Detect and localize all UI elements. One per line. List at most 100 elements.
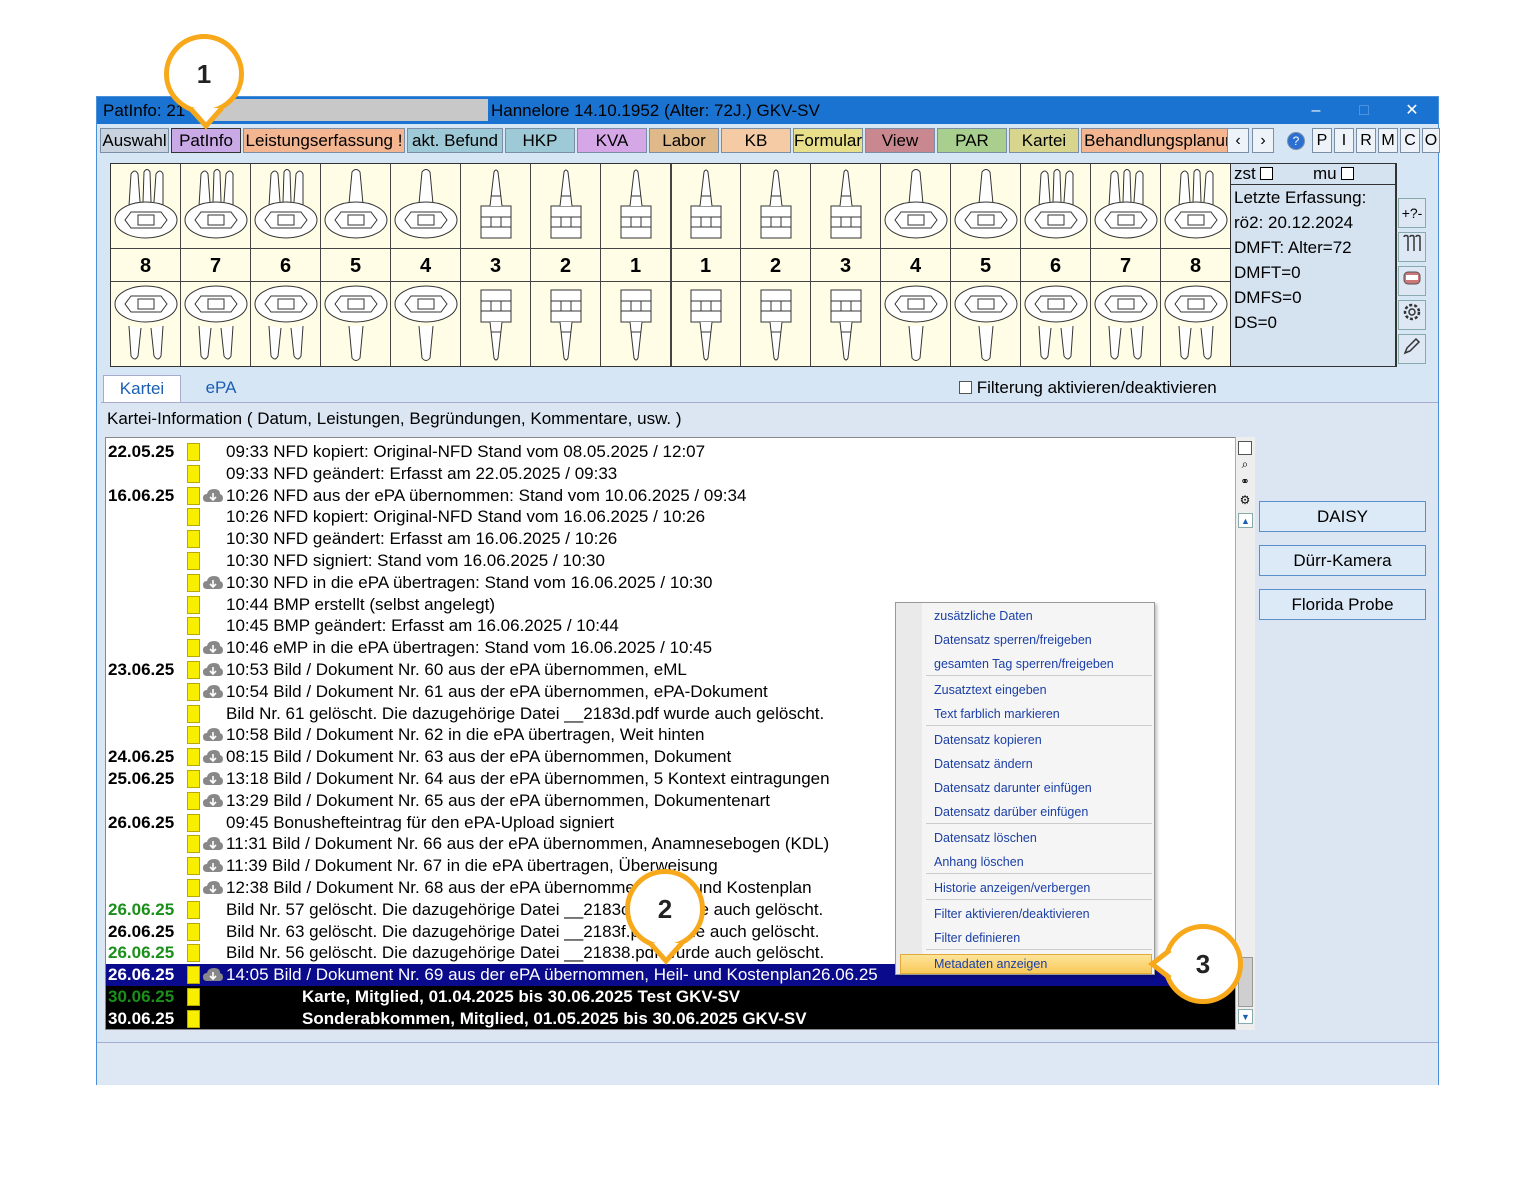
tooth-number[interactable]: 3: [811, 248, 881, 282]
tooth-number[interactable]: 2: [531, 248, 601, 282]
tooth-number[interactable]: 7: [181, 248, 251, 282]
p-button[interactable]: P: [1312, 128, 1332, 153]
m-button[interactable]: M: [1378, 128, 1398, 153]
tooth-lower-3-icon[interactable]: [811, 282, 881, 366]
tab-formular[interactable]: Formular: [793, 128, 863, 153]
scroll-down-button[interactable]: ▼: [1238, 1009, 1253, 1024]
tooth-lower-8-icon[interactable]: [111, 282, 181, 366]
menu-item-filter-aktivieren-deaktivieren[interactable]: Filter aktivieren/deaktivieren: [934, 907, 1090, 921]
tooth-lower-3-icon[interactable]: [461, 282, 531, 366]
duerr-kamera-button[interactable]: Dürr-Kamera: [1259, 545, 1426, 576]
menu-item-datensatz-ändern[interactable]: Datensatz ändern: [934, 757, 1033, 771]
menu-item-anhang-löschen[interactable]: Anhang löschen: [934, 855, 1024, 869]
tooth-lower-8-icon[interactable]: [1161, 282, 1231, 366]
list-view-icon[interactable]: [1238, 441, 1252, 455]
tooth-upper-6-icon[interactable]: [251, 164, 321, 248]
tooth-lower-5-icon[interactable]: [321, 282, 391, 366]
filter-checkbox[interactable]: [959, 381, 972, 394]
tooth-upper-8-icon[interactable]: [111, 164, 181, 248]
tooth-lower-4-icon[interactable]: [881, 282, 951, 366]
tooth-lower-6-icon[interactable]: [1021, 282, 1091, 366]
menu-item-datensatz-sperren-freigeben[interactable]: Datensatz sperren/freigeben: [934, 633, 1092, 647]
menu-item-datensatz-kopieren[interactable]: Datensatz kopieren: [934, 733, 1042, 747]
tooth-lower-2-icon[interactable]: [741, 282, 811, 366]
scroll-up-button[interactable]: ▲: [1238, 513, 1253, 528]
tab-kartei[interactable]: Kartei: [1009, 128, 1079, 153]
tooth-number[interactable]: 2: [741, 248, 811, 282]
nav-next-button[interactable]: ›: [1252, 128, 1274, 153]
list-item[interactable]: 10:30 NFD signiert: Stand vom 16.06.2025…: [106, 550, 1238, 572]
list-scrollbar[interactable]: ⌕ ⚭ ⚙ ▲ ▼: [1235, 437, 1255, 1030]
tab-patinfo[interactable]: PatInfo: [171, 128, 241, 153]
tooth-lower-7-icon[interactable]: [1091, 282, 1161, 366]
search-icon[interactable]: ⌕: [1238, 457, 1252, 471]
filter-toggle[interactable]: Filterung aktivieren/deaktivieren: [959, 378, 1217, 398]
c-button[interactable]: C: [1400, 128, 1420, 153]
gear-icon[interactable]: [1398, 300, 1426, 330]
tooth-lower-5-icon[interactable]: [951, 282, 1021, 366]
daisy-button[interactable]: DAISY: [1259, 501, 1426, 532]
tooth-number[interactable]: 5: [951, 248, 1021, 282]
tooth-lower-1-icon[interactable]: [671, 282, 741, 366]
menu-item-text-farblich-markieren[interactable]: Text farblich markieren: [934, 707, 1060, 721]
tooth-number[interactable]: 6: [1021, 248, 1091, 282]
tooth-upper-6-icon[interactable]: [1021, 164, 1091, 248]
tab-behandlungsplanung[interactable]: Behandlungsplanung: [1081, 128, 1247, 153]
settings-icon[interactable]: ⚙: [1238, 493, 1252, 507]
tooth-lower-2-icon[interactable]: [531, 282, 601, 366]
list-item[interactable]: 16.06.25 10:26 NFD aus der ePA übernommen…: [106, 485, 1238, 507]
tab-view[interactable]: View: [865, 128, 935, 153]
tooth-upper-5-icon[interactable]: [321, 164, 391, 248]
menu-item-datensatz-darunter-einfügen[interactable]: Datensatz darunter einfügen: [934, 781, 1092, 795]
tooth-number[interactable]: 3: [461, 248, 531, 282]
menu-item-datensatz-löschen[interactable]: Datensatz löschen: [934, 831, 1037, 845]
help-icon[interactable]: ?: [1287, 132, 1305, 150]
tooth-upper-1-icon[interactable]: [671, 164, 741, 248]
tooth-upper-1-icon[interactable]: [601, 164, 671, 248]
tooth-lower-4-icon[interactable]: [391, 282, 461, 366]
tooth-lower-7-icon[interactable]: [181, 282, 251, 366]
tab-auswahl[interactable]: Auswahl: [100, 128, 169, 153]
menu-item-metadaten-anzeigen[interactable]: Metadaten anzeigen: [934, 957, 1047, 971]
tooth-number[interactable]: 6: [251, 248, 321, 282]
tab-labor[interactable]: Labor: [649, 128, 719, 153]
menu-item-zusätzliche-daten[interactable]: zusätzliche Daten: [934, 609, 1033, 623]
minimize-button[interactable]: –: [1292, 97, 1340, 124]
tab-par[interactable]: PAR: [937, 128, 1007, 153]
tooth-upper-4-icon[interactable]: [881, 164, 951, 248]
zst-checkbox[interactable]: [1260, 167, 1274, 180]
tooth-upper-3-icon[interactable]: [461, 164, 531, 248]
tooth-upper-4-icon[interactable]: [391, 164, 461, 248]
tab-kartei[interactable]: Kartei: [103, 375, 181, 402]
plus-minus-button[interactable]: +?-: [1398, 198, 1426, 228]
dentures-icon[interactable]: [1398, 266, 1426, 296]
teeth-icon[interactable]: [1398, 232, 1426, 262]
tooth-number[interactable]: 8: [1161, 248, 1231, 282]
tooth-number[interactable]: 7: [1091, 248, 1161, 282]
menu-item-filter-definieren[interactable]: Filter definieren: [934, 931, 1020, 945]
tooth-upper-7-icon[interactable]: [181, 164, 251, 248]
i-button[interactable]: I: [1334, 128, 1354, 153]
tooth-upper-8-icon[interactable]: [1161, 164, 1231, 248]
tooth-number[interactable]: 4: [391, 248, 461, 282]
tab-hkp[interactable]: HKP: [505, 128, 575, 153]
tab-leistungserfassung[interactable]: Leistungserfassung !: [243, 128, 405, 153]
tab-epa[interactable]: ePA: [187, 375, 255, 402]
list-item[interactable]: 30.06.25 Sonderabkommen, Mitglied, 01.05.…: [106, 1007, 1238, 1029]
tooth-upper-2-icon[interactable]: [531, 164, 601, 248]
o-button[interactable]: O: [1422, 128, 1440, 153]
tab-kb[interactable]: KB: [721, 128, 791, 153]
tooth-number[interactable]: 1: [671, 248, 741, 282]
list-item[interactable]: 30.06.25 Karte, Mitglied, 01.04.2025 bis …: [106, 986, 1238, 1008]
tab-kva[interactable]: KVA: [577, 128, 647, 153]
tooth-upper-5-icon[interactable]: [951, 164, 1021, 248]
menu-item-historie-anzeigen-verbergen[interactable]: Historie anzeigen/verbergen: [934, 881, 1090, 895]
tooth-lower-1-icon[interactable]: [601, 282, 671, 366]
tooth-lower-6-icon[interactable]: [251, 282, 321, 366]
tab-akt-befund[interactable]: akt. Befund: [407, 128, 503, 153]
list-item[interactable]: 10:30 NFD in die ePA übertragen: Stand v…: [106, 572, 1238, 594]
florida-probe-button[interactable]: Florida Probe: [1259, 589, 1426, 620]
mu-checkbox[interactable]: [1341, 167, 1355, 180]
r-button[interactable]: R: [1356, 128, 1376, 153]
tooth-number[interactable]: 1: [601, 248, 671, 282]
